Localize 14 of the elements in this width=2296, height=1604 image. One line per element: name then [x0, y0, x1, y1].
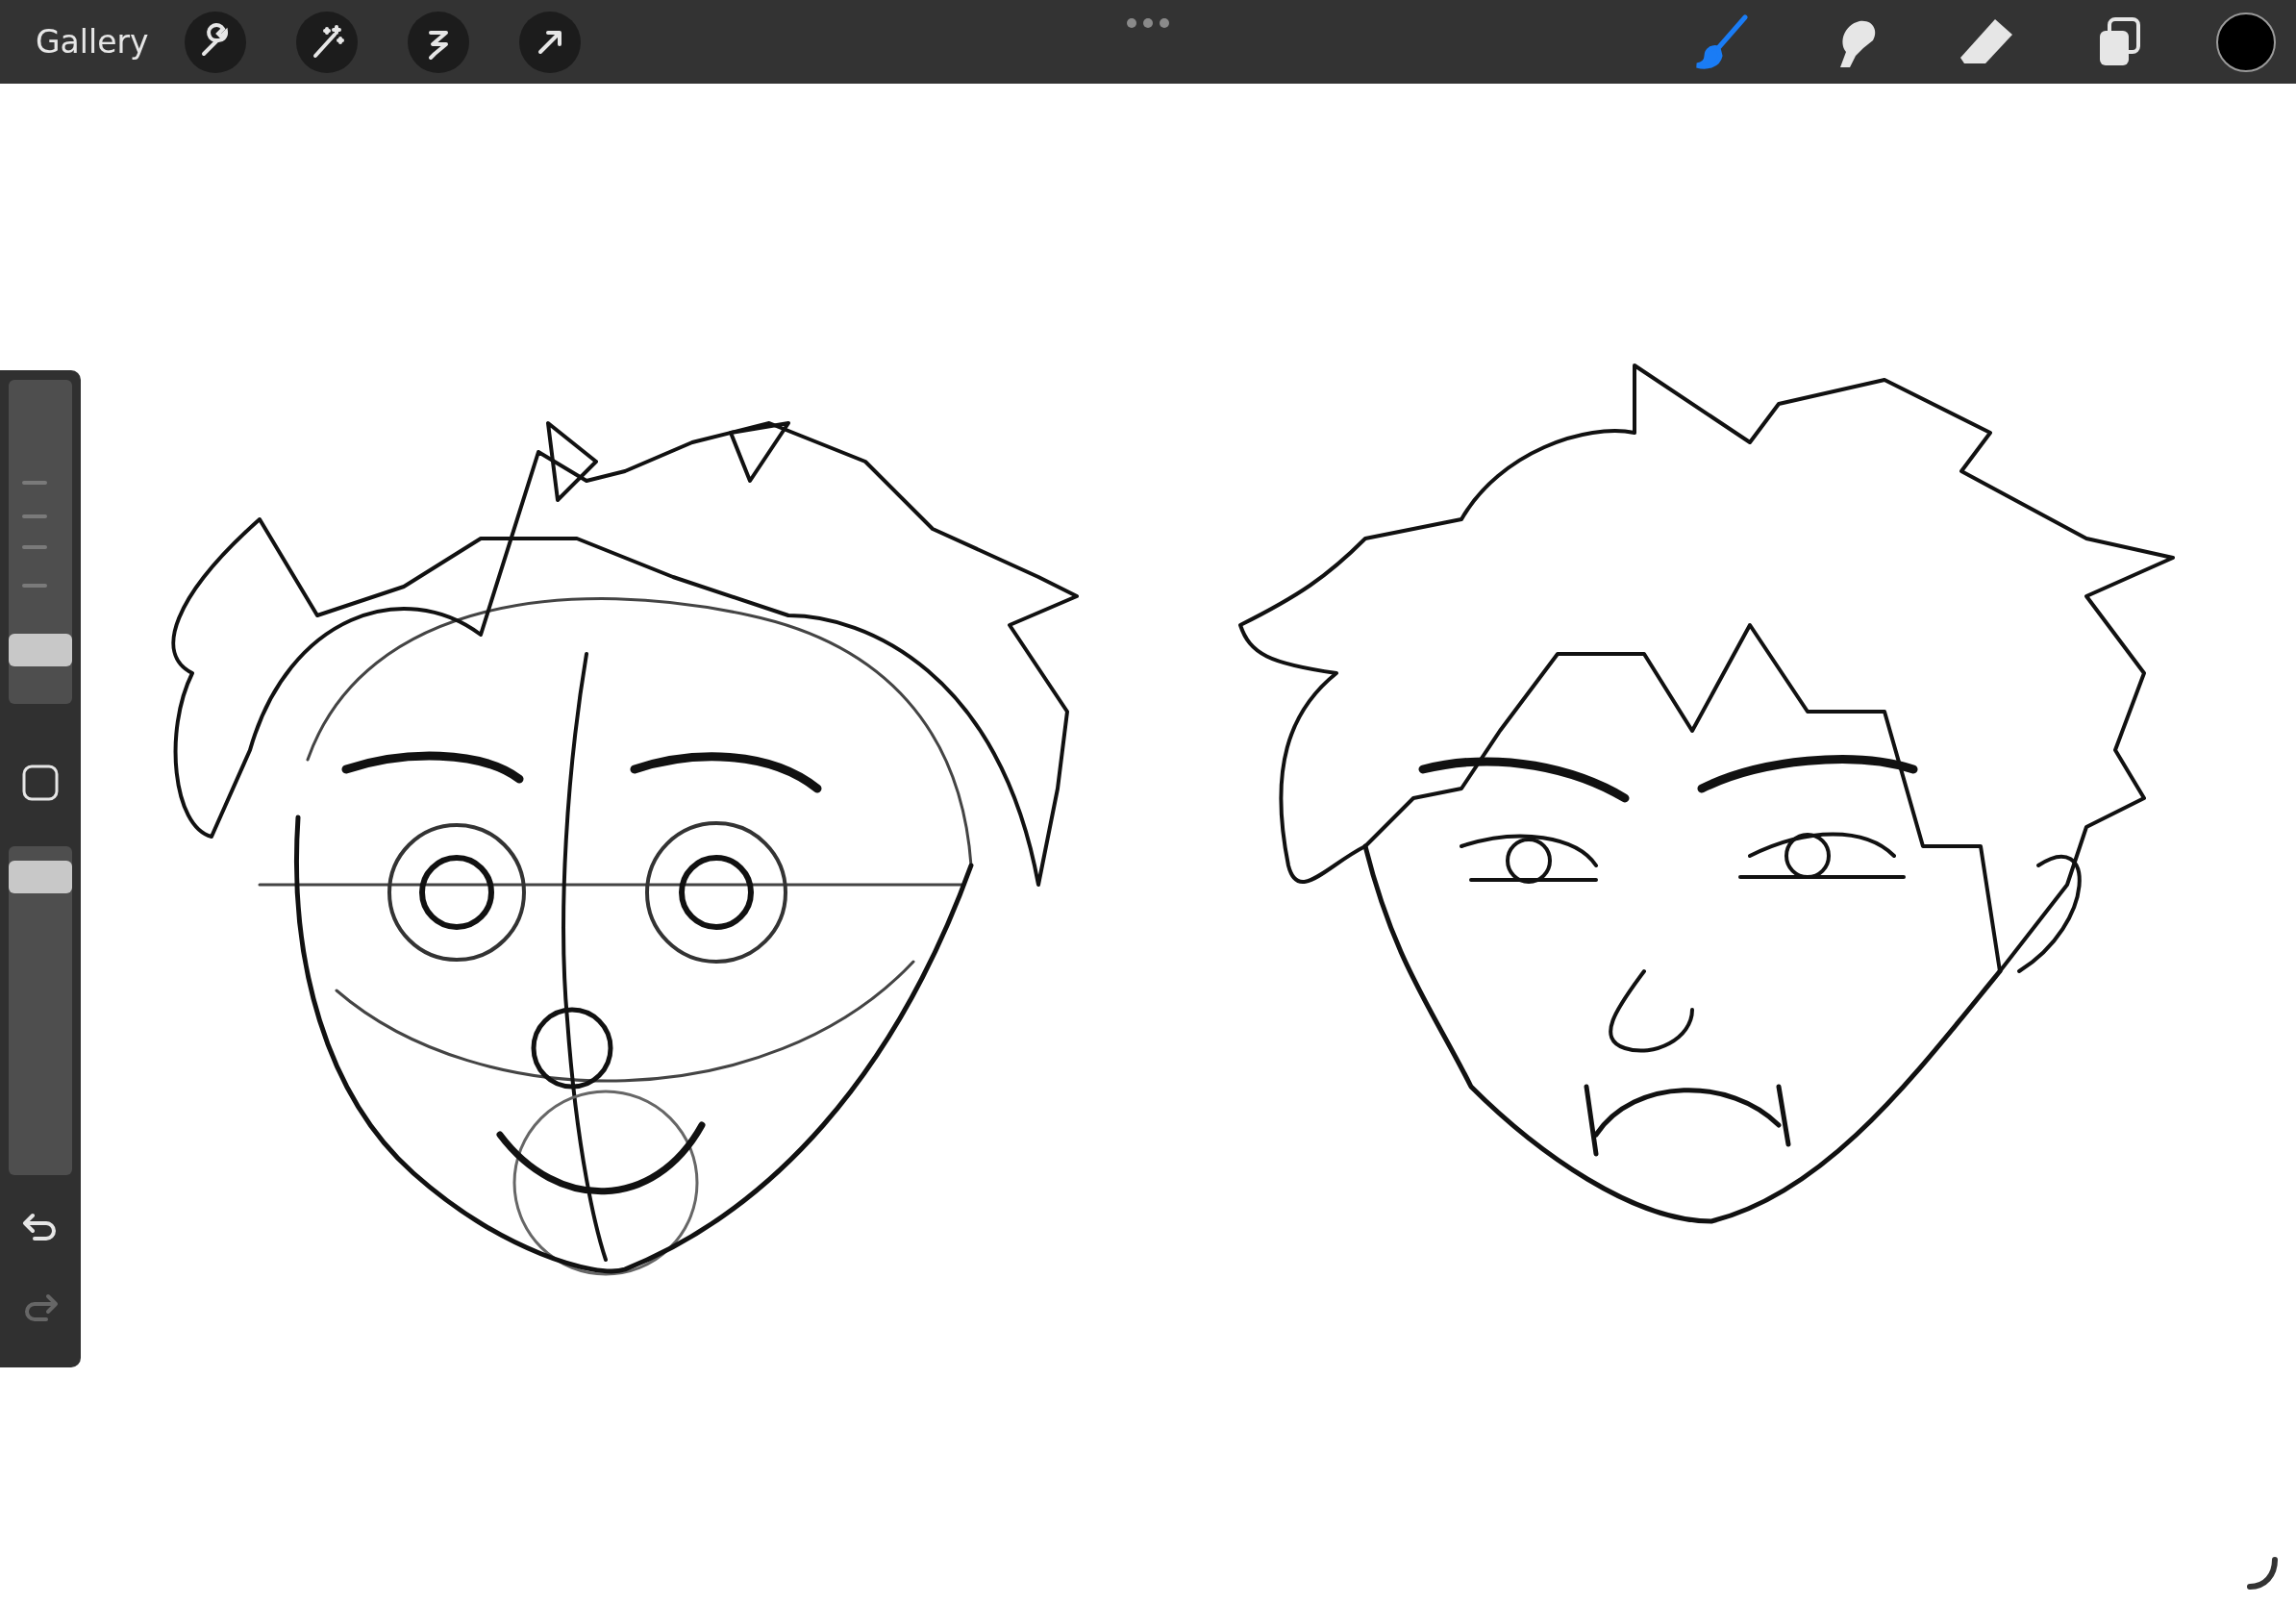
- slider-thumb[interactable]: [9, 633, 72, 666]
- slider-tick: [22, 514, 47, 518]
- selection-icon[interactable]: [408, 11, 469, 73]
- wrench-icon[interactable]: [185, 11, 246, 73]
- slider-tick: [22, 545, 47, 549]
- magic-wand-icon[interactable]: [296, 11, 358, 73]
- slider-thumb[interactable]: [9, 861, 72, 894]
- brush-size-slider[interactable]: [9, 380, 72, 704]
- gallery-button[interactable]: Gallery: [36, 23, 180, 61]
- slider-tick: [22, 481, 47, 485]
- slider-tick: [22, 584, 47, 588]
- more-icon[interactable]: [1126, 17, 1170, 29]
- opacity-slider[interactable]: [9, 846, 72, 1175]
- modify-button[interactable]: [21, 764, 60, 802]
